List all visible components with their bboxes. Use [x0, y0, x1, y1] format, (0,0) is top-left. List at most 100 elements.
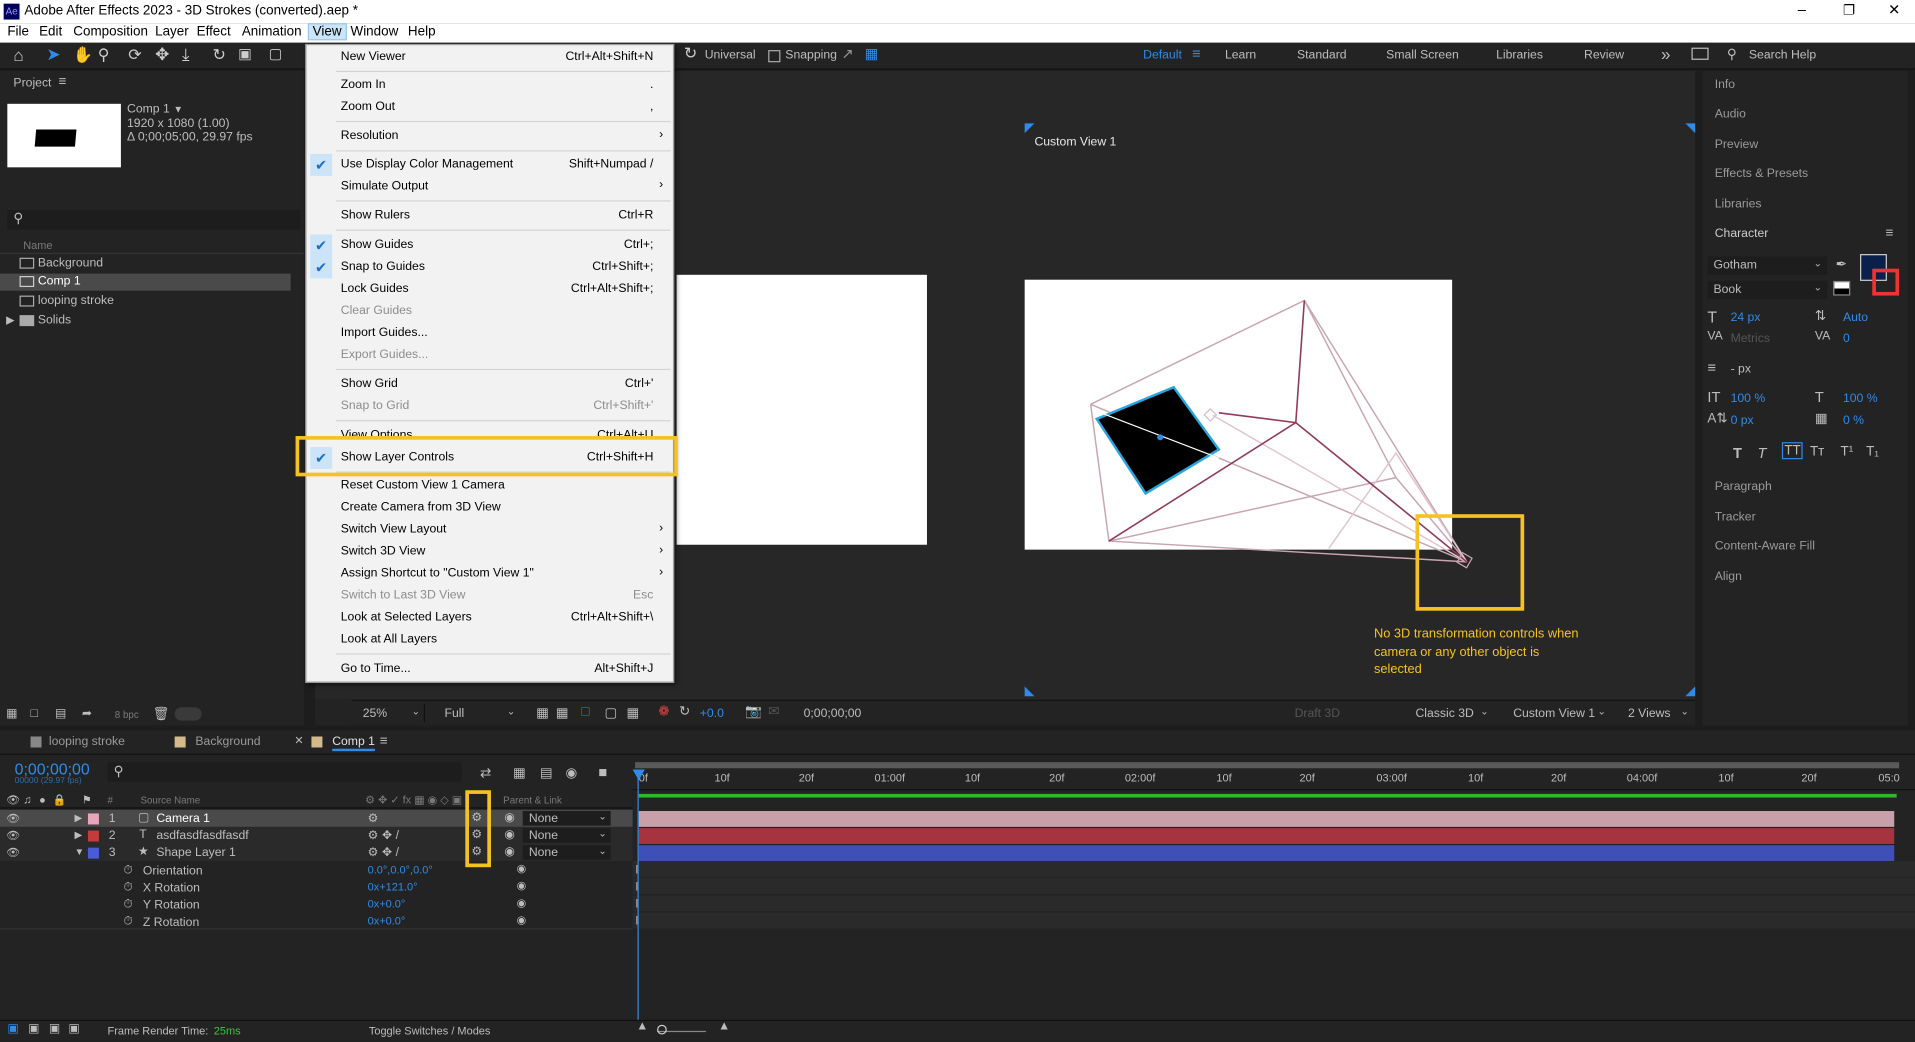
menu-item-zoom-in[interactable]: Zoom In. — [307, 75, 673, 97]
draft-3d-toggle[interactable]: Draft 3D — [1295, 707, 1340, 720]
menu-view[interactable]: View — [307, 23, 347, 41]
trash-icon[interactable]: 🗑 — [153, 706, 170, 722]
layer-switches[interactable]: ⚙ ✥ / — [368, 846, 399, 859]
frame-blend-icon[interactable]: ◉ — [565, 765, 577, 781]
more-workspaces-icon[interactable]: » — [1661, 44, 1671, 64]
layer-switches[interactable]: ⚙ ✥ / — [368, 829, 399, 842]
expression-icon[interactable]: ◉ — [517, 862, 527, 875]
exposure-value[interactable]: +0.0 — [700, 707, 724, 720]
panel-align[interactable]: Align — [1715, 570, 1742, 583]
panel-character[interactable]: Character — [1715, 227, 1769, 240]
timeline-search-input[interactable] — [107, 762, 462, 782]
selection-tool-icon[interactable]: ➤ — [46, 44, 60, 65]
snapshot-icon[interactable]: 📷 — [745, 704, 762, 720]
workspace-learn[interactable]: Learn — [1225, 49, 1256, 62]
region-icon[interactable]: ▦ — [536, 705, 549, 721]
views-dropdown[interactable]: 2 Views — [1628, 707, 1671, 720]
layer-color-label[interactable] — [87, 830, 99, 842]
layer-color-label[interactable] — [87, 847, 99, 859]
stretch-icon[interactable]: ▣ — [49, 1022, 61, 1035]
faux-bold-icon[interactable]: T — [1733, 445, 1742, 462]
track-bar-camera[interactable] — [638, 811, 1895, 827]
prop-value[interactable]: 0x+121.0° — [368, 881, 418, 893]
resolution-value[interactable]: Full — [445, 707, 465, 720]
stopwatch-icon[interactable]: ⏱ — [123, 915, 133, 928]
toggle-switches-modes[interactable]: Toggle Switches / Modes — [369, 1025, 491, 1037]
menu-item-new-viewer[interactable]: New Viewer Ctrl+Alt+Shift+N — [307, 46, 673, 68]
rect-tool-icon[interactable]: ▢ — [269, 45, 283, 62]
menu-item-import-guides[interactable]: Import Guides... — [307, 322, 673, 344]
small-caps-icon[interactable]: Tт — [1810, 445, 1824, 460]
workspace-default[interactable]: Default — [1143, 49, 1182, 62]
menu-item-switch-layout[interactable]: Switch View Layout › — [307, 519, 673, 541]
eyedropper-icon[interactable]: ✒ — [1836, 256, 1847, 273]
universal-icon[interactable]: ↻ — [684, 44, 697, 64]
stroke-color-swatch[interactable] — [1872, 268, 1900, 296]
col-parent-link[interactable]: Parent & Link — [503, 795, 562, 806]
all-caps-icon[interactable]: TT — [1781, 442, 1804, 460]
toggle-icon[interactable] — [174, 707, 202, 721]
workspace-small-screen[interactable]: Small Screen — [1386, 49, 1459, 62]
pickwhip-icon[interactable]: ◉ — [504, 811, 515, 824]
prop-value[interactable]: 0.0°,0.0°,0.0° — [368, 864, 433, 876]
new-comp-icon[interactable]: ▤ — [55, 707, 67, 720]
menu-file[interactable]: File — [4, 24, 33, 39]
zoom-in-icon[interactable]: ▲ — [718, 1020, 730, 1033]
work-area-bar[interactable] — [635, 762, 1900, 769]
stopwatch-icon[interactable]: ⏱ — [123, 864, 133, 877]
panel-paragraph[interactable]: Paragraph — [1715, 480, 1772, 493]
dolly-tool-icon[interactable]: ⤓ — [182, 44, 190, 65]
draft-3d-icon[interactable]: ▦ — [513, 765, 526, 781]
layer-name[interactable]: Camera 1 — [156, 812, 210, 825]
panel-content-aware-fill[interactable]: Content-Aware Fill — [1715, 540, 1815, 553]
camera-tool-icon[interactable]: ▣ — [238, 45, 252, 62]
font-size-value[interactable]: 24 px — [1731, 311, 1761, 324]
pan-tool-icon[interactable]: ✥ — [155, 44, 169, 65]
workspace-standard[interactable]: Standard — [1297, 49, 1347, 62]
zoom-tool-icon[interactable]: ⚲ — [98, 45, 110, 65]
mask-icon[interactable]: □ — [581, 705, 589, 720]
in-out-icon[interactable]: ▣ — [28, 1022, 40, 1035]
menu-item-export-guides[interactable]: Export Guides... — [307, 344, 673, 366]
pickwhip-icon[interactable]: ◉ — [504, 828, 515, 841]
playhead[interactable] — [637, 769, 639, 1020]
close-icon[interactable]: ✕ — [1888, 1, 1900, 18]
panel-menu-icon[interactable]: ≡ — [380, 734, 388, 749]
panel-menu-icon[interactable]: ≡ — [59, 75, 67, 90]
track-bar-text[interactable] — [638, 828, 1895, 844]
snap-icon[interactable]: ↗ — [841, 45, 853, 62]
chevron-down-icon[interactable]: ▼ — [74, 846, 84, 857]
panel-audio[interactable]: Audio — [1715, 107, 1746, 120]
panel-effects-presets[interactable]: Effects & Presets — [1715, 167, 1808, 180]
share-icon[interactable] — [1691, 47, 1709, 60]
view-dropdown[interactable]: Custom View 1 — [1513, 707, 1595, 720]
zoom-out-icon[interactable]: ▲ — [636, 1020, 648, 1033]
exposure-reset-icon[interactable]: ↻ — [679, 704, 690, 720]
menu-effect[interactable]: Effect — [193, 24, 234, 39]
menu-layer[interactable]: Layer — [151, 24, 192, 39]
menu-composition[interactable]: Composition — [70, 24, 152, 39]
menu-item-simulate-output[interactable]: Simulate Output › — [307, 176, 673, 198]
prop-value[interactable]: 0x+0.0° — [368, 915, 406, 927]
snap-frame-icon[interactable]: ▦ — [865, 45, 879, 62]
panel-libraries[interactable]: Libraries — [1715, 198, 1762, 211]
project-item-solids[interactable]: Solids — [38, 314, 71, 327]
faux-italic-icon[interactable]: T — [1757, 445, 1766, 462]
menu-edit[interactable]: Edit — [35, 24, 65, 39]
panel-menu-icon[interactable]: ≡ — [1886, 226, 1894, 241]
snapping-checkbox[interactable] — [768, 50, 781, 63]
show-snapshot-icon[interactable]: ✉ — [768, 704, 779, 720]
menu-window[interactable]: Window — [347, 24, 402, 39]
superscript-icon[interactable]: T¹ — [1840, 445, 1853, 460]
color-icon[interactable]: ❁ — [658, 704, 669, 720]
panel-preview[interactable]: Preview — [1715, 138, 1758, 151]
restore-icon[interactable]: ❐ — [1843, 2, 1855, 19]
horizontal-scale-value[interactable]: 100 % — [1843, 392, 1878, 405]
eye-icon[interactable]: 👁 — [6, 846, 20, 859]
menu-item-show-rulers[interactable]: Show Rulers Ctrl+R — [307, 205, 673, 227]
menu-help[interactable]: Help — [404, 24, 439, 39]
menu-item-last-3d-view[interactable]: Switch to Last 3D View Esc — [307, 585, 673, 607]
expression-icon[interactable]: ◉ — [517, 914, 527, 927]
stopwatch-icon[interactable]: ⏱ — [123, 898, 133, 911]
renderer-dropdown[interactable]: Classic 3D — [1415, 707, 1473, 720]
